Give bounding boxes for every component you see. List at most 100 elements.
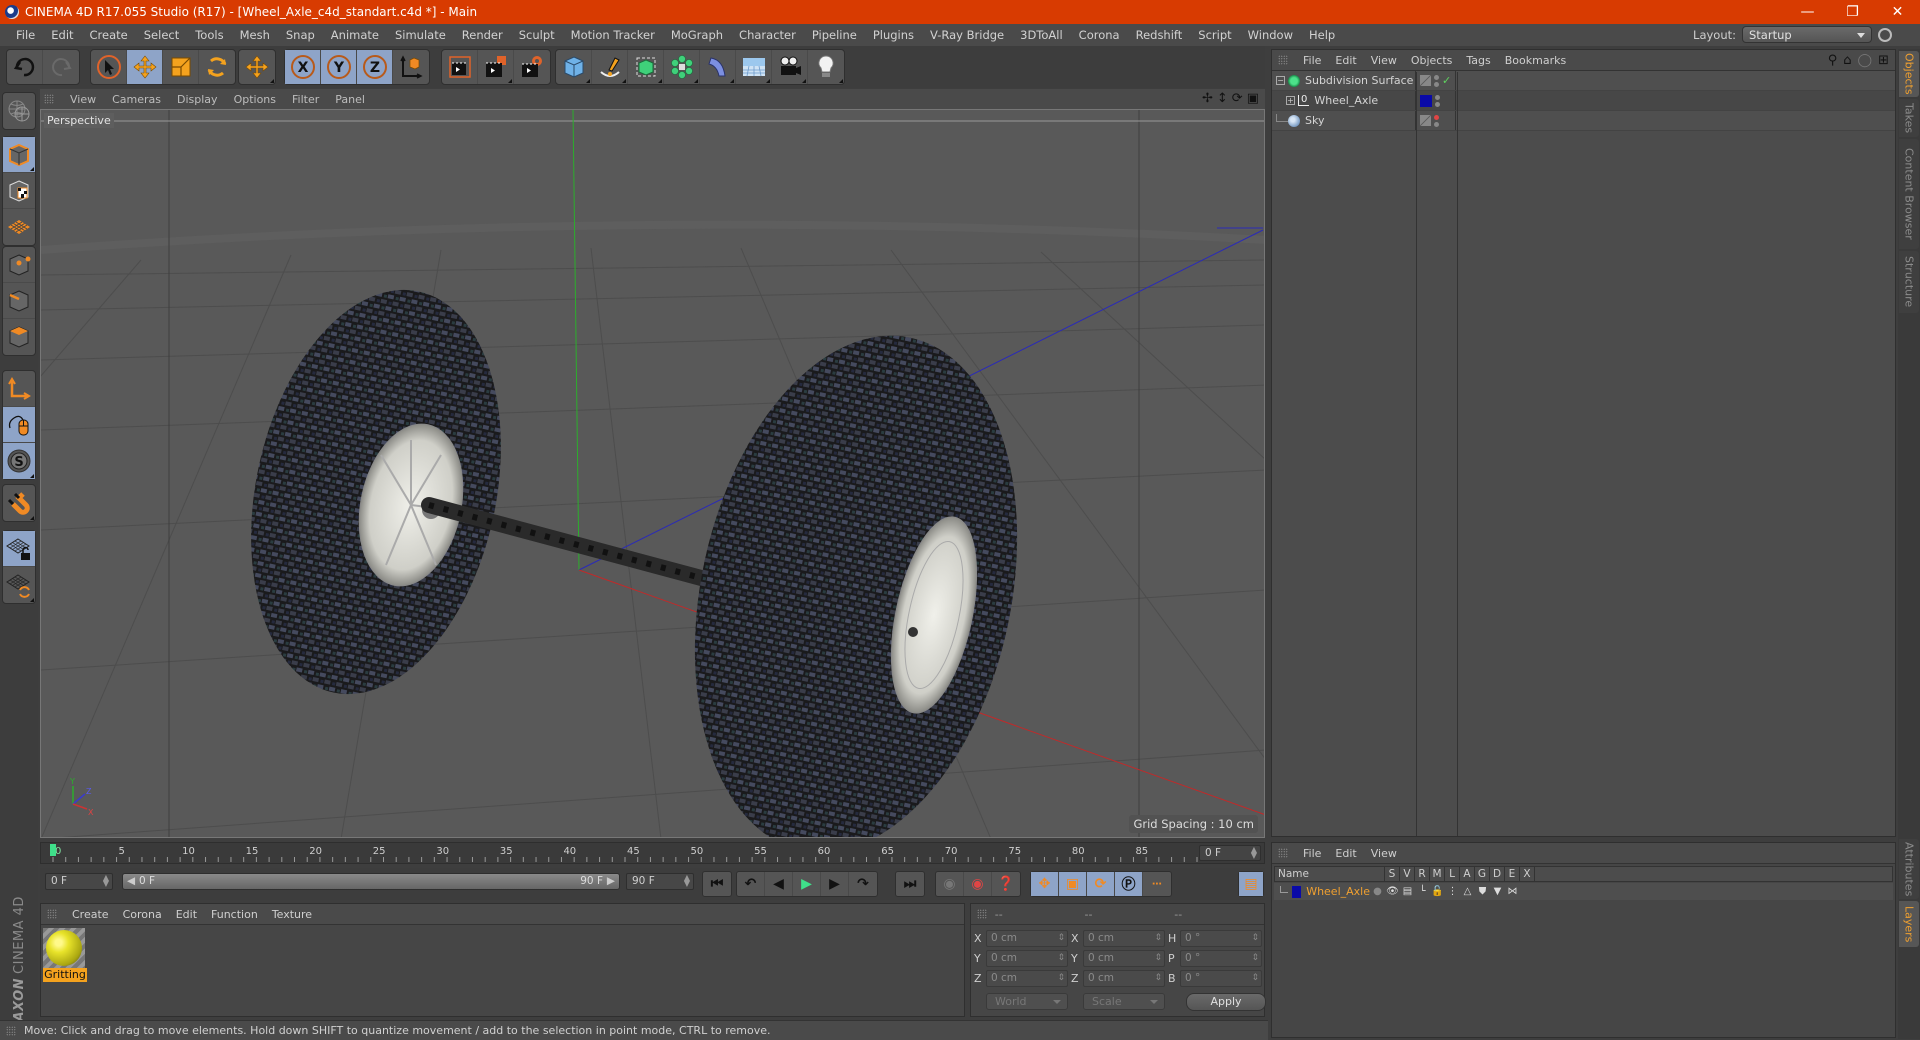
edges-mode-button[interactable] xyxy=(3,283,35,319)
minimize-button[interactable]: — xyxy=(1785,0,1830,24)
viewport-menu-cameras[interactable]: Cameras xyxy=(104,93,169,106)
coordinate-system-button[interactable] xyxy=(393,50,429,84)
go-to-start-button[interactable]: ⏮ xyxy=(703,872,731,896)
om-menu-file[interactable]: File xyxy=(1296,54,1328,67)
position-x-field[interactable]: 0 cm xyxy=(986,930,1068,947)
tab-structure[interactable]: Structure xyxy=(1899,251,1919,313)
viewport-menu-view[interactable]: View xyxy=(62,93,104,106)
add-cloner-button[interactable] xyxy=(664,50,700,84)
planar-workplane-button[interactable] xyxy=(3,567,35,603)
key-point-level-button[interactable]: ⋯ xyxy=(1143,872,1171,896)
mat-menu-corona[interactable]: Corona xyxy=(116,908,169,921)
enabled-check-icon[interactable]: ✓ xyxy=(1442,74,1451,87)
col-locked[interactable]: L xyxy=(1445,867,1460,881)
polygons-mode-button[interactable] xyxy=(3,319,35,355)
mat-menu-edit[interactable]: Edit xyxy=(169,908,204,921)
timeline-window-button[interactable]: ▤ xyxy=(1239,872,1263,896)
redo-button[interactable] xyxy=(43,50,79,84)
undo-button[interactable] xyxy=(7,50,43,84)
visibility-dots-icon[interactable] xyxy=(1434,74,1439,87)
layer-menu-file[interactable]: File xyxy=(1296,847,1328,860)
menu-window[interactable]: Window xyxy=(1240,28,1301,42)
layout-dropdown[interactable]: Startup xyxy=(1742,26,1872,43)
timeline-ruler[interactable]: 051015202530354045505560657075808590 0 F… xyxy=(40,842,1265,864)
add-light-button[interactable] xyxy=(808,50,844,84)
live-selection-button[interactable] xyxy=(91,50,127,84)
search-icon[interactable]: ⚲ xyxy=(1828,53,1838,68)
next-frame-button[interactable]: ▶ xyxy=(821,872,849,896)
tweak-mode-button[interactable] xyxy=(3,407,35,443)
col-expressions[interactable]: E xyxy=(1505,867,1520,881)
add-cube-button[interactable] xyxy=(556,50,592,84)
layer-menu-edit[interactable]: Edit xyxy=(1328,847,1363,860)
menu-mesh[interactable]: Mesh xyxy=(232,28,278,42)
xref-toggle-icon[interactable]: ⋈ xyxy=(1505,886,1520,897)
menu-file[interactable]: File xyxy=(8,28,43,42)
view-toggle-icon[interactable]: 👁 xyxy=(1385,886,1400,897)
rotation-p-field[interactable]: 0 ° xyxy=(1180,950,1262,967)
col-xref[interactable]: X xyxy=(1520,867,1535,881)
animation-toggle-icon[interactable]: ⋮ xyxy=(1445,886,1460,897)
layer-menu-view[interactable]: View xyxy=(1364,847,1404,860)
om-menu-view[interactable]: View xyxy=(1364,54,1404,67)
next-key-button[interactable]: ↷ xyxy=(849,872,877,896)
tab-takes[interactable]: Takes xyxy=(1899,99,1919,137)
display-toggle-icon[interactable] xyxy=(1420,75,1431,86)
menu-create[interactable]: Create xyxy=(82,28,136,42)
workplane-lock-button[interactable] xyxy=(3,531,35,567)
col-solo[interactable]: S xyxy=(1385,867,1400,881)
eye-icon[interactable]: ◯ xyxy=(1858,53,1873,68)
manager-toggle-icon[interactable]: └ xyxy=(1415,886,1430,897)
layer-row[interactable]: Wheel_Axle ● 👁 ▤ └ 🔓 ⋮ △ ⛊ ▼ ⋈ xyxy=(1274,883,1893,900)
menu-3dtoall[interactable]: 3DToAll xyxy=(1012,28,1071,42)
viewport-menu-filter[interactable]: Filter xyxy=(284,93,327,106)
record-active-objects-button[interactable]: ◉ xyxy=(936,872,964,896)
new-panel-icon[interactable]: ⊞ xyxy=(1878,53,1889,68)
object-row-sky[interactable]: Sky xyxy=(1272,111,1895,131)
playhead[interactable] xyxy=(50,844,56,856)
menu-sculpt[interactable]: Sculpt xyxy=(511,28,563,42)
om-menu-edit[interactable]: Edit xyxy=(1328,54,1363,67)
add-subdivision-surface-button[interactable] xyxy=(628,50,664,84)
key-parameter-button[interactable]: Ⓟ xyxy=(1115,872,1143,896)
expand-toggle[interactable]: + xyxy=(1286,96,1295,105)
key-position-button[interactable]: ✥ xyxy=(1031,872,1059,896)
go-to-end-button[interactable]: ⏭ xyxy=(896,872,924,896)
object-name[interactable]: Sky xyxy=(1305,114,1324,127)
col-animation[interactable]: A xyxy=(1460,867,1475,881)
menu-help[interactable]: Help xyxy=(1301,28,1343,42)
move-tool-button[interactable] xyxy=(127,50,163,84)
z-axis-lock-button[interactable]: Z xyxy=(357,50,393,84)
menu-tools[interactable]: Tools xyxy=(187,28,231,42)
display-toggle-icon[interactable] xyxy=(1420,115,1431,126)
render-to-picture-viewer-button[interactable] xyxy=(478,50,514,84)
menu-corona[interactable]: Corona xyxy=(1071,28,1128,42)
autokeying-button[interactable]: ◉ xyxy=(964,872,992,896)
size-x-field[interactable]: 0 cm xyxy=(1083,930,1165,947)
col-deformers[interactable]: D xyxy=(1490,867,1505,881)
pan-icon[interactable]: ✢ xyxy=(1202,91,1213,106)
menu-edit[interactable]: Edit xyxy=(43,28,81,42)
panel-grip-icon[interactable] xyxy=(977,909,987,919)
menu-pipeline[interactable]: Pipeline xyxy=(804,28,865,42)
recent-tool-button[interactable] xyxy=(239,50,275,84)
om-menu-objects[interactable]: Objects xyxy=(1404,54,1460,67)
add-spline-button[interactable] xyxy=(592,50,628,84)
lock-toggle-icon[interactable]: 🔓 xyxy=(1430,886,1445,897)
scale-tool-button[interactable] xyxy=(163,50,199,84)
generators-toggle-icon[interactable]: △ xyxy=(1460,886,1475,897)
home-icon[interactable]: ⌂ xyxy=(1843,53,1851,68)
position-z-field[interactable]: 0 cm xyxy=(986,970,1068,987)
camera-label[interactable]: Perspective xyxy=(44,113,114,128)
panel-grip-icon[interactable] xyxy=(1278,848,1288,858)
previous-key-button[interactable]: ↶ xyxy=(737,872,765,896)
maximize-view-icon[interactable]: ▣ xyxy=(1247,91,1259,106)
current-frame-field[interactable]: 0 F ▲ ▼ xyxy=(1199,845,1261,861)
menu-simulate[interactable]: Simulate xyxy=(387,28,454,42)
collapse-toggle[interactable]: − xyxy=(1276,76,1285,85)
menu-vray-bridge[interactable]: V-Ray Bridge xyxy=(922,28,1012,42)
points-mode-button[interactable] xyxy=(3,247,35,283)
snapping-button[interactable] xyxy=(3,485,35,521)
tab-attributes[interactable]: Attributes xyxy=(1899,839,1919,899)
visibility-dots-icon[interactable] xyxy=(1435,94,1440,107)
